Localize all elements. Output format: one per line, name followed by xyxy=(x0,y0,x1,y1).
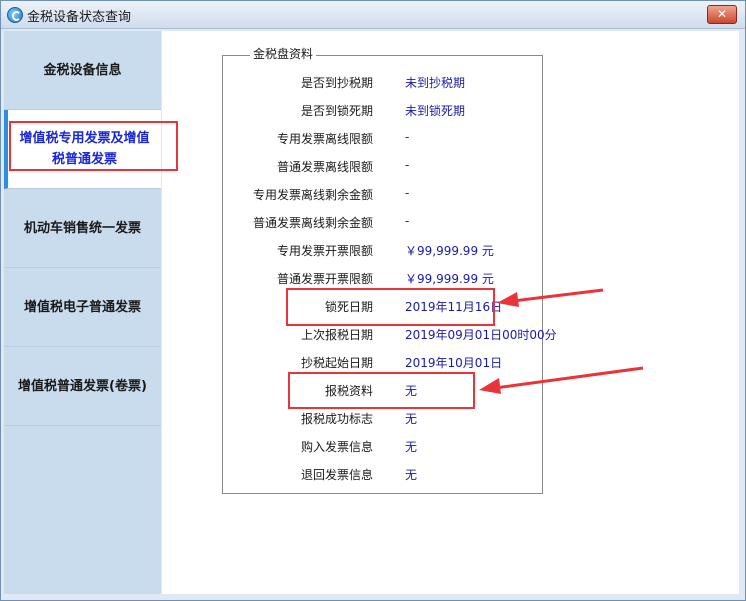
field-label: 是否到锁死期 xyxy=(300,104,373,118)
sidebar-item-label: 增值税普通发票(卷票) xyxy=(18,378,147,394)
field-label: 专用发票离线剩余金额 xyxy=(252,188,373,202)
sidebar-item-roll-invoice[interactable]: 增值税普通发票(卷票) xyxy=(4,347,161,426)
field-value: - xyxy=(405,214,410,228)
field-value: 无 xyxy=(405,468,418,482)
annotation-box-sidebar xyxy=(9,121,178,171)
field-value: 2019年09月01日00时00分 xyxy=(405,328,557,342)
annotation-arrow-tax-data xyxy=(479,366,644,394)
sidebar-item-label: 增值税电子普通发票 xyxy=(23,299,141,315)
sidebar-item-device-info[interactable]: 金税设备信息 xyxy=(4,31,161,110)
field-value: ￥99,999.99 元 xyxy=(405,244,494,258)
field-label: 普通发票离线剩余金额 xyxy=(252,216,373,230)
field-label: 上次报税日期 xyxy=(300,328,373,342)
sidebar-item-label: 机动车销售统一发票 xyxy=(23,220,141,236)
field-value: 无 xyxy=(405,412,418,426)
annotation-arrow-lock-date xyxy=(497,288,604,307)
window-title: 金税设备状态查询 xyxy=(27,10,132,25)
sidebar-item-electronic-invoice[interactable]: 增值税电子普通发票 xyxy=(4,268,161,347)
field-label: 专用发票离线限额 xyxy=(276,132,373,146)
field-label: 购入发票信息 xyxy=(300,440,373,454)
sidebar: 金税设备信息 增值税专用发票及增值税普通发票 机动车销售统一发票 增值税电子普通… xyxy=(4,31,161,594)
field-value: - xyxy=(405,158,410,172)
close-button[interactable]: ✕ xyxy=(707,5,737,24)
field-value: ￥99,999.99 元 xyxy=(405,272,494,286)
sidebar-item-label: 金税设备信息 xyxy=(43,62,122,78)
app-logo-icon xyxy=(7,7,23,23)
field-value: 未到锁死期 xyxy=(405,104,466,118)
sidebar-item-motor-vehicle-invoice[interactable]: 机动车销售统一发票 xyxy=(4,189,161,268)
field-label: 普通发票开票限额 xyxy=(276,272,373,286)
field-label: 报税成功标志 xyxy=(300,412,373,426)
field-label: 是否到抄税期 xyxy=(300,76,373,90)
title-bar: 金税设备状态查询 ✕ xyxy=(1,1,745,29)
field-label: 普通发票离线限额 xyxy=(276,160,373,174)
annotation-box-tax-data xyxy=(288,372,475,409)
field-value: 未到抄税期 xyxy=(405,76,466,90)
field-value: - xyxy=(405,186,410,200)
field-label: 专用发票开票限额 xyxy=(276,244,373,258)
field-value: 无 xyxy=(405,440,418,454)
field-value: - xyxy=(405,130,410,144)
field-label: 退回发票信息 xyxy=(300,468,373,482)
annotation-box-lock-date xyxy=(286,288,495,326)
field-label: 抄税起始日期 xyxy=(300,356,373,370)
group-title: 金税盘资料 xyxy=(250,45,317,62)
